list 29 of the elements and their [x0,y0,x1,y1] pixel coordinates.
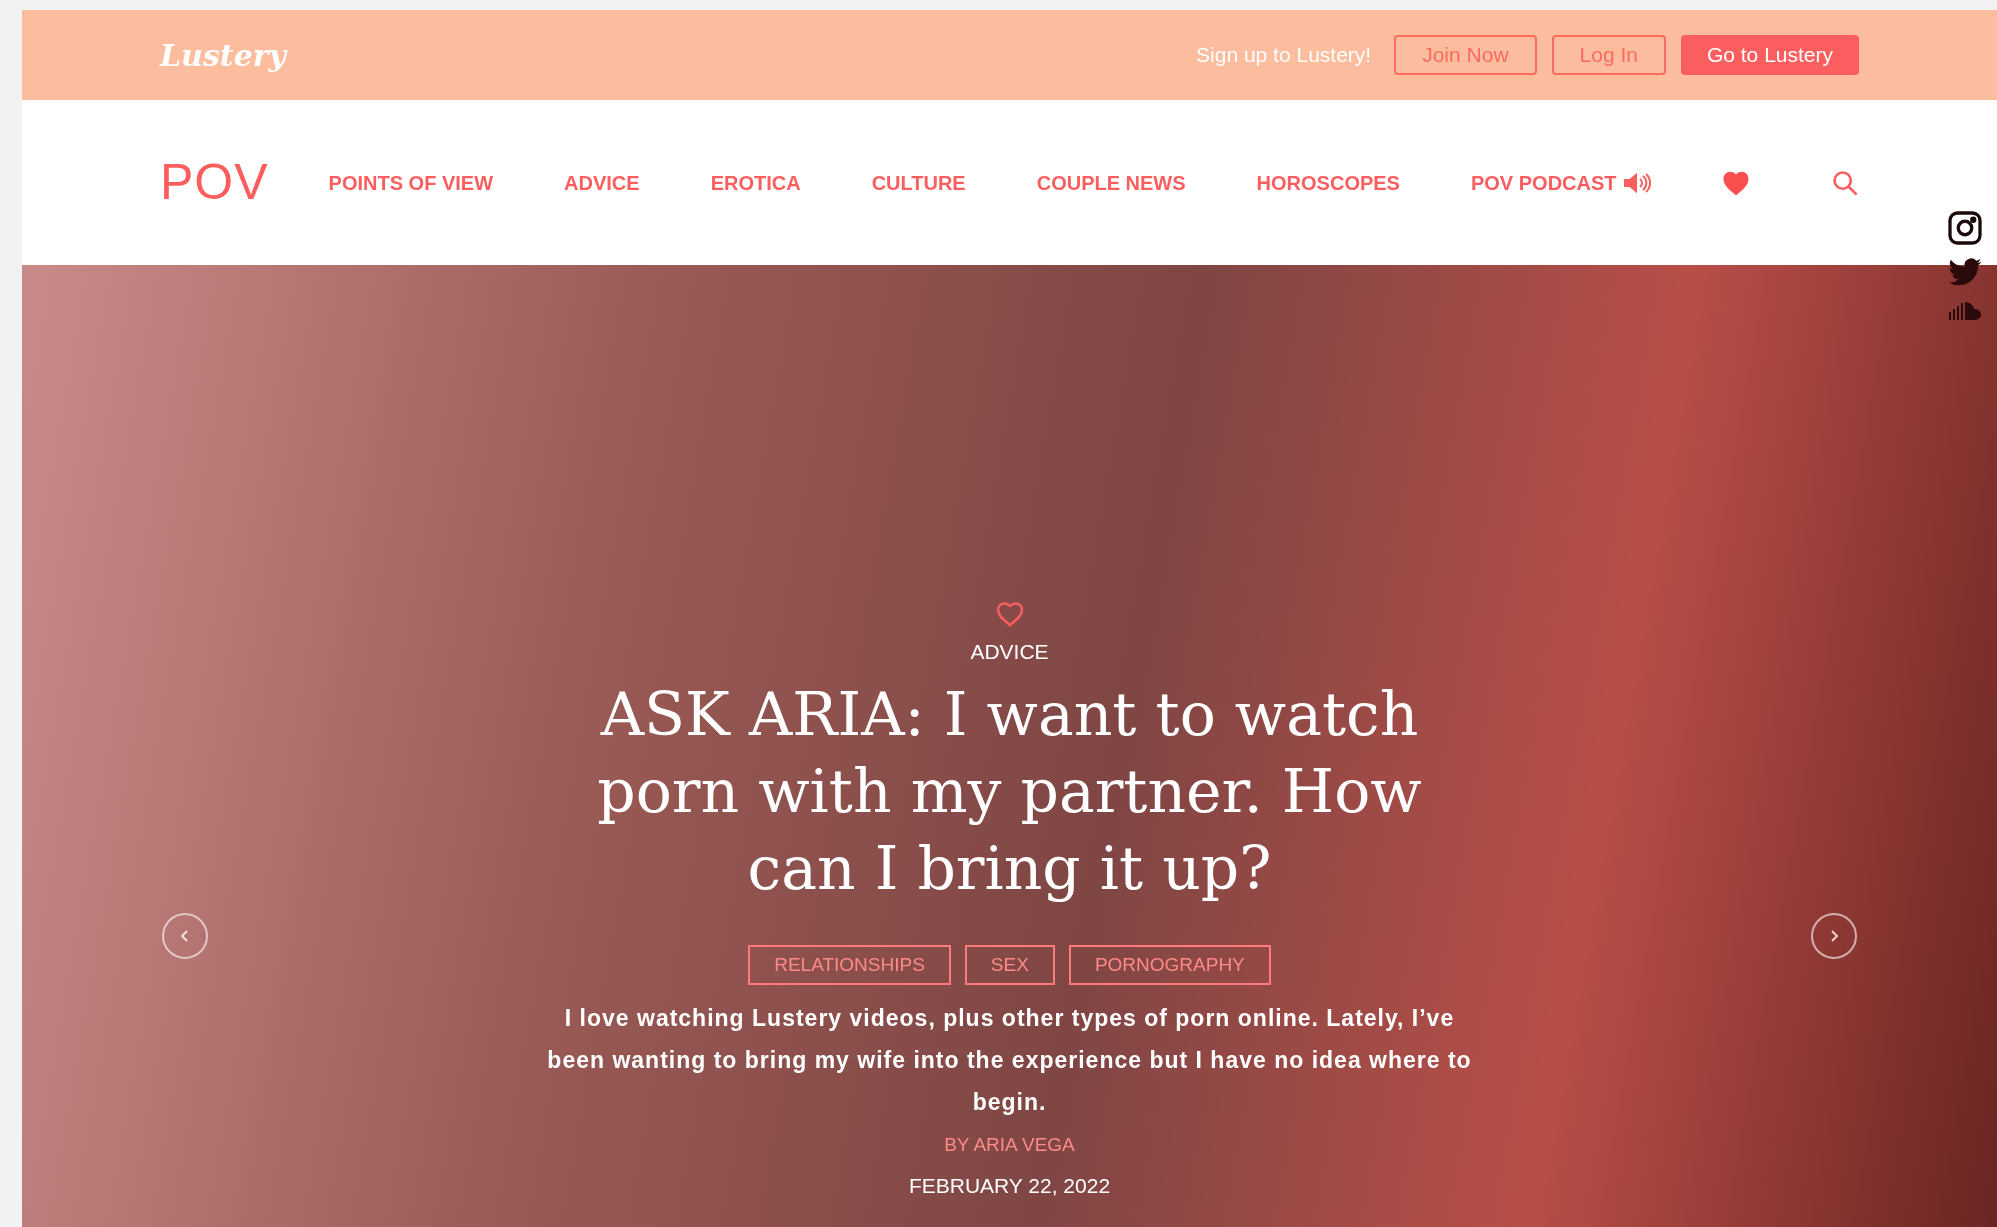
heart-outline-icon [994,600,1025,628]
article-title[interactable]: ASK ARIA: I want to watch porn with my partner. How can I bring it up? [584,675,1435,907]
category-label[interactable]: ADVICE [970,636,1049,668]
banner-button[interactable]: Join Now [1394,35,1537,75]
publish-date: FEBRUARY 22, 2022 [908,1172,1111,1199]
pov-logo[interactable]: POV [160,145,269,220]
signup-text: Sign up to Lustery! [1196,42,1372,69]
next-button[interactable] [1811,913,1857,959]
nav-link[interactable]: POINTS OF VIEW [328,167,494,198]
tag-link[interactable]: RELATIONSHIPS [748,944,951,985]
nav-link[interactable]: HOROSCOPES [1256,167,1400,198]
tag-link[interactable]: SEX [964,944,1055,985]
nav-link[interactable]: CULTURE [871,167,966,198]
nav-link[interactable]: ADVICE [564,167,640,198]
instagram-icon[interactable] [1947,210,1983,246]
nav-link[interactable]: COUPLE NEWS [1036,167,1186,198]
banner-button[interactable]: Log In [1551,35,1666,75]
go-to-button[interactable]: Go to Lustery [1680,35,1859,75]
search-icon[interactable] [1831,168,1859,197]
speaker-icon [1622,171,1651,194]
soundcloud-icon[interactable] [1947,300,1983,320]
article-excerpt: I love watching Lustery videos, plus other types of porn online. Lately, I’ve been wanting to bring my wife into the experience but I have no idea where to begin. [546,1004,1473,1117]
author-byline[interactable]: BY ARIA VEGA [944,1131,1075,1160]
previous-button[interactable] [162,913,208,959]
lustery-logo[interactable]: Lustery [160,32,286,78]
tag-link[interactable]: PORNOGRAPHY [1068,944,1271,985]
nav-link[interactable]: EROTICA [710,167,801,198]
nav-link[interactable]: POV PODCAST [1470,167,1651,198]
twitter-icon[interactable] [1947,258,1983,288]
